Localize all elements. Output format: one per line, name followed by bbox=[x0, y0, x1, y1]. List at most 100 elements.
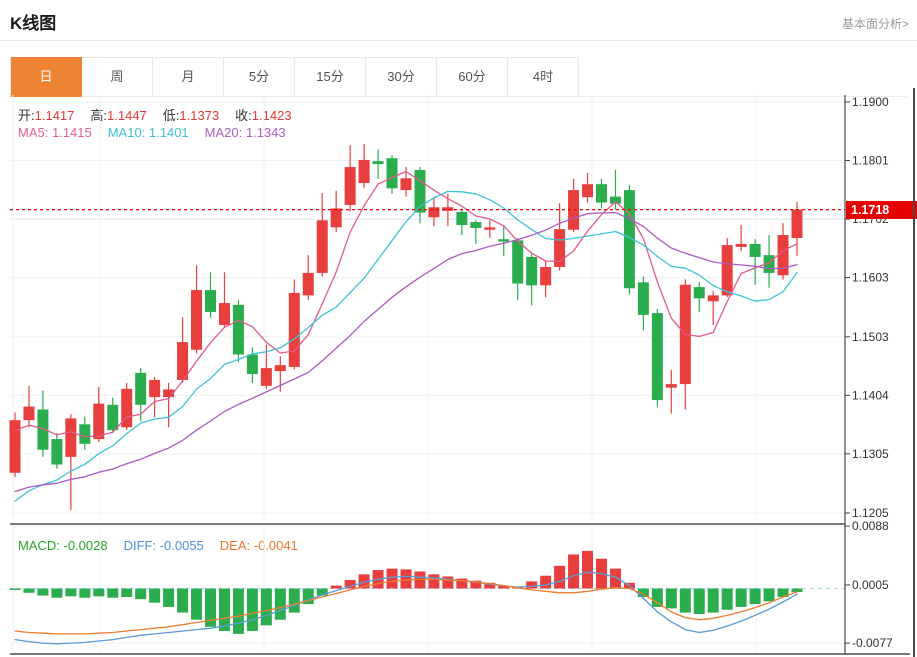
macd-bar bbox=[764, 589, 775, 602]
candle bbox=[205, 290, 216, 312]
macd-bar bbox=[275, 589, 286, 620]
candle bbox=[387, 158, 398, 188]
candle bbox=[10, 420, 21, 473]
candle bbox=[261, 368, 272, 386]
candle bbox=[23, 407, 34, 421]
macd-bar bbox=[37, 589, 48, 596]
price-tick-label: 1.1801 bbox=[852, 154, 889, 168]
macd-bar bbox=[177, 589, 188, 613]
candle bbox=[219, 303, 230, 325]
macd-bar bbox=[51, 589, 62, 598]
candle bbox=[373, 161, 384, 164]
candle bbox=[135, 373, 146, 405]
candle bbox=[107, 405, 118, 430]
candle bbox=[428, 207, 439, 217]
candle bbox=[149, 380, 160, 397]
candle bbox=[736, 244, 747, 247]
candle bbox=[93, 404, 104, 439]
macd-tick-label: 0.0088 bbox=[852, 519, 889, 533]
macd-bar bbox=[233, 589, 244, 634]
macd-bar bbox=[65, 589, 76, 597]
ma5-line bbox=[15, 172, 797, 437]
macd-bar bbox=[331, 586, 342, 589]
macd-tick-label: 0.0005 bbox=[852, 578, 889, 592]
candle bbox=[498, 239, 509, 241]
macd-tick-label: -0.0077 bbox=[852, 636, 893, 650]
candle bbox=[778, 235, 789, 275]
macd-bar bbox=[428, 574, 439, 588]
candle bbox=[233, 305, 244, 355]
macd-bar bbox=[107, 589, 118, 598]
macd-bar bbox=[442, 576, 453, 588]
chart-right-edge-border bbox=[913, 88, 915, 657]
macd-bar bbox=[261, 589, 272, 626]
price-tick-label: 1.1900 bbox=[852, 95, 889, 109]
candle bbox=[456, 212, 467, 225]
candle bbox=[652, 313, 663, 400]
macd-bar bbox=[401, 569, 412, 588]
candle bbox=[666, 384, 677, 388]
candlestick-chart-canvas[interactable]: 1.19001.18011.17021.16031.15031.14041.13… bbox=[0, 0, 917, 657]
macd-bar bbox=[23, 589, 34, 593]
candle bbox=[247, 355, 258, 375]
candle bbox=[582, 184, 593, 197]
macd-bar bbox=[526, 581, 537, 588]
macd-bar bbox=[736, 589, 747, 607]
macd-bar bbox=[750, 589, 761, 605]
candle bbox=[540, 267, 551, 285]
macd-bar bbox=[582, 551, 593, 589]
candles-layer bbox=[10, 144, 803, 510]
macd-bar bbox=[540, 576, 551, 589]
kline-page: K线图 基本面分析> 日周月5分15分30分60分4时 开:1.1417高:1.… bbox=[0, 0, 917, 657]
candle bbox=[65, 418, 76, 456]
candle bbox=[792, 210, 803, 238]
macd-bar bbox=[163, 589, 174, 607]
macd-bar bbox=[93, 589, 104, 597]
price-tick-label: 1.1404 bbox=[852, 388, 889, 402]
macd-bar bbox=[289, 589, 300, 613]
candle bbox=[191, 290, 202, 350]
candle bbox=[275, 365, 286, 371]
candle bbox=[289, 293, 300, 367]
candle bbox=[484, 227, 495, 229]
macd-bar bbox=[149, 589, 160, 603]
price-tick-label: 1.1503 bbox=[852, 330, 889, 344]
candle bbox=[638, 282, 649, 315]
candle bbox=[694, 287, 705, 298]
macd-bar bbox=[79, 589, 90, 598]
macd-bar bbox=[568, 554, 579, 588]
candle bbox=[512, 240, 523, 283]
current-price-badge: 1.1718 bbox=[846, 201, 917, 219]
macd-bar bbox=[652, 589, 663, 607]
macd-bar bbox=[694, 589, 705, 615]
macd-bar bbox=[680, 589, 691, 613]
candle bbox=[708, 295, 719, 301]
candle bbox=[401, 178, 412, 190]
candle bbox=[470, 222, 481, 228]
ma20-line bbox=[15, 213, 797, 492]
macd-layer bbox=[10, 551, 803, 644]
macd-bar bbox=[387, 569, 398, 589]
candle bbox=[750, 244, 761, 257]
candle bbox=[177, 342, 188, 380]
candle bbox=[303, 273, 314, 295]
candle bbox=[359, 160, 370, 183]
macd-bar bbox=[10, 589, 21, 590]
macd-bar bbox=[554, 566, 565, 589]
price-tick-label: 1.1305 bbox=[852, 447, 889, 461]
macd-bar bbox=[666, 589, 677, 609]
macd-bar bbox=[191, 589, 202, 620]
candle bbox=[331, 208, 342, 227]
candle bbox=[526, 257, 537, 285]
macd-bar bbox=[708, 589, 719, 613]
candle bbox=[51, 439, 62, 464]
candle bbox=[596, 184, 607, 202]
candle bbox=[79, 424, 90, 444]
candle bbox=[345, 167, 356, 205]
macd-bar bbox=[610, 569, 621, 589]
macd-bar bbox=[722, 589, 733, 610]
macd-bar bbox=[247, 589, 258, 632]
macd-bar bbox=[121, 589, 132, 598]
macd-bar bbox=[135, 589, 146, 600]
candle bbox=[722, 245, 733, 295]
